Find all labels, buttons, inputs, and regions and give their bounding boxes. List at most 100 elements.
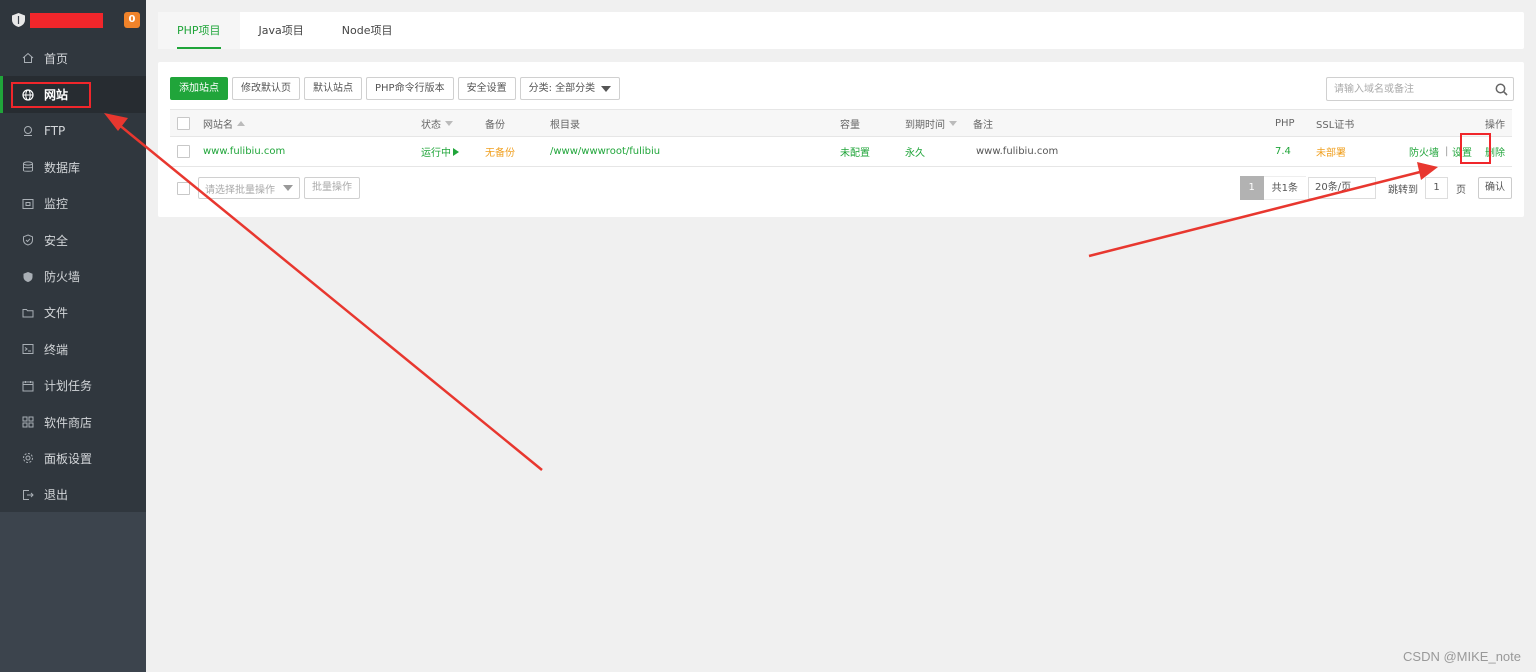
sidebar-item-label: 退出 (44, 488, 69, 503)
page-size-select[interactable]: 20条/页 (1308, 177, 1376, 199)
header-site-name[interactable]: 网站名 (203, 110, 245, 136)
batch-operation-placeholder: 请选择批量操作 (205, 184, 275, 196)
sort-down-icon (445, 120, 453, 126)
shield-icon (21, 270, 35, 284)
security-settings-button[interactable]: 安全设置 (457, 77, 516, 100)
site-remark[interactable]: www.fulibiu.com (976, 137, 1058, 166)
play-icon (453, 147, 459, 156)
firewall-action-link[interactable]: 防火墙 (1409, 137, 1439, 166)
sidebar-item-label: 计划任务 (44, 379, 93, 394)
edit-default-page-button[interactable]: 修改默认页 (232, 77, 300, 100)
sidebar-item-label: 监控 (44, 197, 69, 212)
tab-php-project[interactable]: PHP项目 (158, 12, 240, 49)
grid-icon (21, 415, 35, 429)
action-separator: | (1445, 146, 1449, 157)
site-name-link[interactable]: www.fulibiu.com (203, 137, 285, 166)
default-site-button[interactable]: 默认站点 (304, 77, 362, 100)
search-input[interactable] (1327, 79, 1489, 99)
sidebar-item-label: 防火墙 (44, 270, 81, 285)
php-cli-version-button[interactable]: PHP命令行版本 (366, 77, 454, 100)
sidebar-item-label: 数据库 (44, 160, 81, 175)
sidebar-item-label: 面板设置 (44, 451, 93, 466)
sidebar-item-security[interactable]: 安全 (0, 222, 146, 258)
site-table: 网站名 状态 备份 根目录 容量 到期时间 备注 PHP SSL证书 操作 ww… (170, 109, 1512, 167)
site-expire-link[interactable]: 永久 (905, 137, 925, 166)
database-icon (21, 160, 35, 174)
sort-up-icon (237, 120, 245, 126)
pagination-total: 共1条 (1263, 176, 1306, 200)
row-checkbox-cell (177, 137, 190, 166)
logo-icon (12, 13, 25, 27)
home-icon (21, 51, 35, 65)
calendar-icon (21, 379, 35, 393)
header-quota: 容量 (840, 119, 860, 131)
sidebar-item-label: 文件 (44, 306, 69, 321)
toolbar: 添加站点 修改默认页 默认站点 PHP命令行版本 安全设置 分类: 全部分类 (170, 77, 621, 100)
site-backup-link[interactable]: 无备份 (485, 137, 515, 166)
pagination-page-unit: 页 (1456, 184, 1466, 196)
sidebar-item-monitor[interactable]: 监控 (0, 186, 146, 222)
highlight-annotation-website (11, 82, 91, 108)
header-remark: 备注 (973, 119, 993, 131)
monitor-icon (21, 197, 35, 211)
sidebar-item-cron[interactable]: 计划任务 (0, 368, 146, 404)
sidebar-item-label: 安全 (44, 233, 69, 248)
sidebar-item-home[interactable]: 首页 (0, 40, 146, 76)
table-header: 网站名 状态 备份 根目录 容量 到期时间 备注 PHP SSL证书 操作 (170, 109, 1512, 137)
header-site-name-label: 网站名 (203, 119, 233, 131)
batch-operation-select[interactable]: 请选择批量操作 (198, 177, 300, 199)
sidebar-item-database[interactable]: 数据库 (0, 149, 146, 185)
sidebar-item-label: FTP (44, 123, 66, 138)
pagination-jump-label: 跳转到 (1388, 184, 1418, 196)
gear-icon (21, 451, 35, 465)
site-status[interactable]: 运行中 (421, 137, 459, 166)
site-php-version-link[interactable]: 7.4 (1275, 137, 1291, 166)
sidebar-item-label: 终端 (44, 342, 69, 357)
tab-java-project[interactable]: Java项目 (240, 12, 323, 49)
add-site-button[interactable]: 添加站点 (170, 77, 228, 100)
select-all-checkbox[interactable] (177, 116, 190, 130)
pagination: 1 共1条 20条/页 跳转到 1 页 确认 (1239, 176, 1512, 200)
ftp-icon (21, 124, 35, 138)
pagination-current-page[interactable]: 1 (1239, 176, 1264, 200)
shield-check-icon (21, 233, 35, 247)
sidebar-item-store[interactable]: 软件商店 (0, 404, 146, 440)
sidebar-item-files[interactable]: 文件 (0, 295, 146, 331)
sidebar-item-logout[interactable]: 退出 (0, 477, 146, 513)
row-checkbox[interactable] (177, 145, 190, 158)
header-status[interactable]: 状态 (421, 110, 453, 136)
project-tabs: PHP项目 Java项目 Node项目 (158, 12, 1524, 49)
select-all-checkbox-cell (177, 110, 190, 136)
category-select[interactable]: 分类: 全部分类 (519, 77, 621, 100)
table-row: www.fulibiu.com 运行中 无备份 /www/wwwroot/ful… (170, 133, 1512, 167)
header-expire[interactable]: 到期时间 (905, 110, 957, 136)
footer-select-all-checkbox[interactable] (177, 182, 190, 195)
search-box (1326, 77, 1514, 101)
terminal-icon (21, 342, 35, 356)
sidebar-item-terminal[interactable]: 终端 (0, 331, 146, 367)
logout-icon (21, 488, 35, 502)
header-php: PHP (1275, 117, 1295, 129)
header-expire-label: 到期时间 (905, 119, 945, 131)
folder-icon (21, 306, 35, 320)
site-ssl-link[interactable]: 未部署 (1316, 137, 1346, 166)
pagination-confirm-button[interactable]: 确认 (1478, 177, 1512, 199)
site-root-dir-link[interactable]: /www/wwwroot/fulibiu (550, 137, 660, 166)
batch-operation-button[interactable]: 批量操作 (304, 177, 360, 199)
search-icon[interactable] (1489, 78, 1513, 100)
sidebar-item-settings[interactable]: 面板设置 (0, 440, 146, 476)
sidebar-item-label: 软件商店 (44, 415, 93, 430)
sidebar-item-label: 首页 (44, 51, 69, 66)
highlight-annotation-settings (1460, 133, 1491, 164)
table-footer: 请选择批量操作 批量操作 1 共1条 20条/页 跳转到 1 页 确认 (170, 176, 1512, 202)
pagination-jump-input[interactable]: 1 (1425, 177, 1448, 199)
sidebar-item-ftp[interactable]: FTP (0, 113, 146, 149)
watermark: CSDN @MIKE_note (1403, 649, 1521, 664)
sidebar-item-firewall[interactable]: 防火墙 (0, 258, 146, 294)
site-panel: 添加站点 修改默认页 默认站点 PHP命令行版本 安全设置 分类: 全部分类 网… (158, 62, 1524, 217)
sidebar-menu: 首页 网站 FTP 数据库 监控 安全 防火墙 文件 终端 计划任务 软件商店 面板设置 退出 (0, 40, 146, 512)
tab-node-project[interactable]: Node项目 (323, 12, 412, 49)
notification-badge[interactable]: 0 (124, 12, 140, 28)
header-backup: 备份 (485, 119, 505, 131)
site-quota-link[interactable]: 未配置 (840, 137, 870, 166)
